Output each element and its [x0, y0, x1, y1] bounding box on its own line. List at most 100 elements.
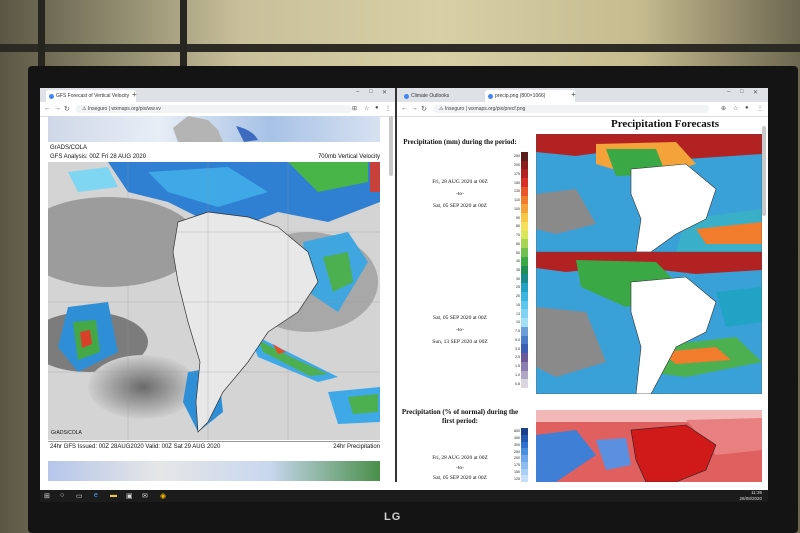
mm-scale-tick-label: 130: [514, 189, 520, 194]
pct-scale-tick-label: 400: [514, 436, 520, 441]
image-icon: [488, 94, 493, 99]
windows-start-icon[interactable]: ⊞: [44, 492, 50, 500]
forward-icon[interactable]: →: [411, 105, 418, 112]
panel2-end: Sun, 13 SEP 2020 at 00Z: [432, 339, 488, 345]
mm-scale-swatch: [521, 379, 528, 389]
mm-scale-tick-label: 0.8: [515, 381, 520, 386]
task-view-icon[interactable]: ▭: [76, 492, 83, 500]
mm-scale-tick-label: 30: [516, 276, 520, 281]
close-button[interactable]: ✕: [382, 89, 387, 96]
translate-icon[interactable]: ⊞: [352, 105, 357, 112]
map-footer: 24hr GFS Issued: 00Z 28AUG2020 Valid: 00…: [48, 441, 380, 452]
tab-climate-outlooks[interactable]: Climate Outlooks: [401, 90, 491, 102]
security-label: Inseguro: [444, 106, 465, 112]
windows-taskbar: ⊞ ○ ▭ e ▬ ▣ ✉ ◉ 11:35 28/08/2020: [40, 490, 768, 502]
mm-scale-tick-label: 90: [516, 215, 520, 220]
account-icon[interactable]: ●: [745, 105, 749, 111]
map-credit: GrADS/COLA: [51, 430, 82, 436]
minimize-button[interactable]: –: [727, 89, 730, 95]
forecast-issued-label: 24hr GFS Issued: 00Z 28AUG2020 Valid: 00…: [50, 444, 221, 450]
store-icon[interactable]: ▣: [126, 492, 133, 500]
tab-title: precip.png (800×1066): [495, 93, 546, 99]
mm-scale-tick-label: 175: [514, 171, 520, 176]
search-icon[interactable]: ○: [60, 492, 64, 499]
url-field[interactable]: ⚠ Inseguro | wxmaps.org/pix/precf.png: [433, 105, 709, 113]
panel3-end: Sat, 05 SEP 2020 at 00Z: [433, 475, 487, 481]
mail-icon[interactable]: ✉: [142, 492, 148, 500]
mm-scale-tick-label: 1.0: [515, 372, 520, 377]
screen: GFS Forecast of Vertical Velocity + – □ …: [40, 88, 768, 490]
mm-scale-tick-label: 200: [514, 163, 520, 168]
page-title: Precipitation Forecasts: [610, 118, 720, 130]
maximize-button[interactable]: □: [740, 89, 744, 95]
address-bar: ← → ↻ ⚠ Inseguro | wxmaps.org/pix/precf.…: [397, 102, 768, 117]
mm-scale-tick-label: 60: [516, 241, 520, 246]
scrollbar[interactable]: [762, 126, 766, 216]
maximize-button[interactable]: □: [369, 89, 373, 95]
mm-scale-tick-label: 40: [516, 259, 520, 264]
mm-scale-tick-label: 7.5: [515, 329, 520, 334]
mm-scale-tick-label: 1.5: [515, 364, 520, 369]
vertical-velocity-page: GrADS/COLA GFS Analysis: 00Z Fri 28 AUG …: [40, 116, 395, 482]
panel1-end: Sat, 05 SEP 2020 at 00Z: [433, 203, 487, 209]
panel1-start: Fri, 28 AUG 2020 at 00Z: [432, 179, 488, 185]
panel1-to: -to-: [456, 191, 464, 197]
wall-bar: [0, 44, 800, 52]
panel1-heading: Precipitation (mm) during the period:: [403, 138, 517, 146]
mm-scale-tick-label: 3.5: [515, 346, 520, 351]
vertical-velocity-map: GrADS/COLA: [48, 162, 380, 440]
star-icon[interactable]: ☆: [364, 105, 369, 112]
new-tab-button[interactable]: +: [571, 90, 576, 99]
url-text: wxmaps.org/pix/precf.png: [468, 106, 526, 112]
tab-vertical-velocity[interactable]: GFS Forecast of Vertical Velocity: [46, 90, 136, 102]
previous-map-strip: [48, 116, 380, 142]
reload-icon[interactable]: ↻: [421, 105, 427, 113]
reload-icon[interactable]: ↻: [64, 105, 70, 113]
mm-scale-tick-label: 10: [516, 320, 520, 325]
close-button[interactable]: ✕: [753, 89, 758, 96]
new-tab-button[interactable]: +: [132, 90, 137, 99]
pct-scale-tick-label: 150: [514, 469, 520, 474]
left-browser-window: GFS Forecast of Vertical Velocity + – □ …: [40, 88, 397, 482]
clock-date: 28/08/2020: [739, 496, 762, 501]
security-label: Inseguro: [87, 106, 108, 112]
chrome-icon[interactable]: ◉: [160, 492, 166, 500]
mm-scale-tick-label: 20: [516, 294, 520, 299]
file-explorer-icon[interactable]: ▬: [110, 492, 117, 499]
analysis-label: GFS Analysis: 00Z Fri 28 AUG 2020: [50, 154, 147, 160]
url-field[interactable]: ⚠ Inseguro | wxmaps.org/pix/ww.vv: [76, 105, 352, 113]
system-clock[interactable]: 11:35 28/08/2020: [739, 490, 762, 502]
tab-precip-image[interactable]: precip.png (800×1066): [485, 90, 575, 102]
precip-map-week1: [536, 134, 762, 252]
mm-scale-tick-label: 35: [516, 268, 520, 272]
panel3-heading: Precipitation (% of normal) during the f…: [401, 408, 519, 425]
edge-icon[interactable]: e: [94, 492, 98, 499]
star-icon[interactable]: ☆: [733, 105, 738, 112]
next-map-strip: [48, 461, 380, 481]
back-icon[interactable]: ←: [44, 105, 51, 112]
precipitation-forecasts-page: Precipitation Forecasts Precipitation (m…: [397, 116, 768, 482]
back-icon[interactable]: ←: [401, 105, 408, 112]
tab-title: GFS Forecast of Vertical Velocity: [56, 93, 130, 99]
pct-scale-swatch: [521, 475, 528, 482]
globe-icon: [404, 94, 409, 99]
pct-scale-tick-label: 200: [514, 456, 520, 461]
account-icon[interactable]: ●: [375, 105, 379, 111]
menu-icon[interactable]: ⋮: [757, 105, 763, 112]
precip-pct-colorbar: 800 400 300 250 200 175 150 125: [514, 428, 531, 482]
variable-label: 700mb Vertical Velocity: [317, 154, 380, 160]
precip-mm-colorbar: 250 200 175 150 130 110 100 90 80 70 60 50 40 35 30 25 2…: [514, 152, 531, 389]
panel2-start: Sat, 05 SEP 2020 at 00Z: [433, 315, 487, 321]
menu-icon[interactable]: ⋮: [385, 105, 391, 112]
scrollbar[interactable]: [389, 116, 393, 176]
forward-icon[interactable]: →: [54, 105, 61, 112]
pct-scale-tick-label: 800: [514, 429, 520, 434]
pct-scale-tick-label: 175: [514, 463, 520, 468]
panel3-start: Fri, 28 AUG 2020 at 00Z: [432, 455, 488, 461]
zoom-icon[interactable]: ⊕: [721, 105, 726, 112]
panel3-to: -to-: [456, 465, 464, 471]
precipitation-map-graphic: [48, 162, 380, 440]
monitor-logo: LG: [384, 511, 402, 523]
precip-map-week2: [536, 252, 762, 394]
minimize-button[interactable]: –: [356, 89, 359, 95]
